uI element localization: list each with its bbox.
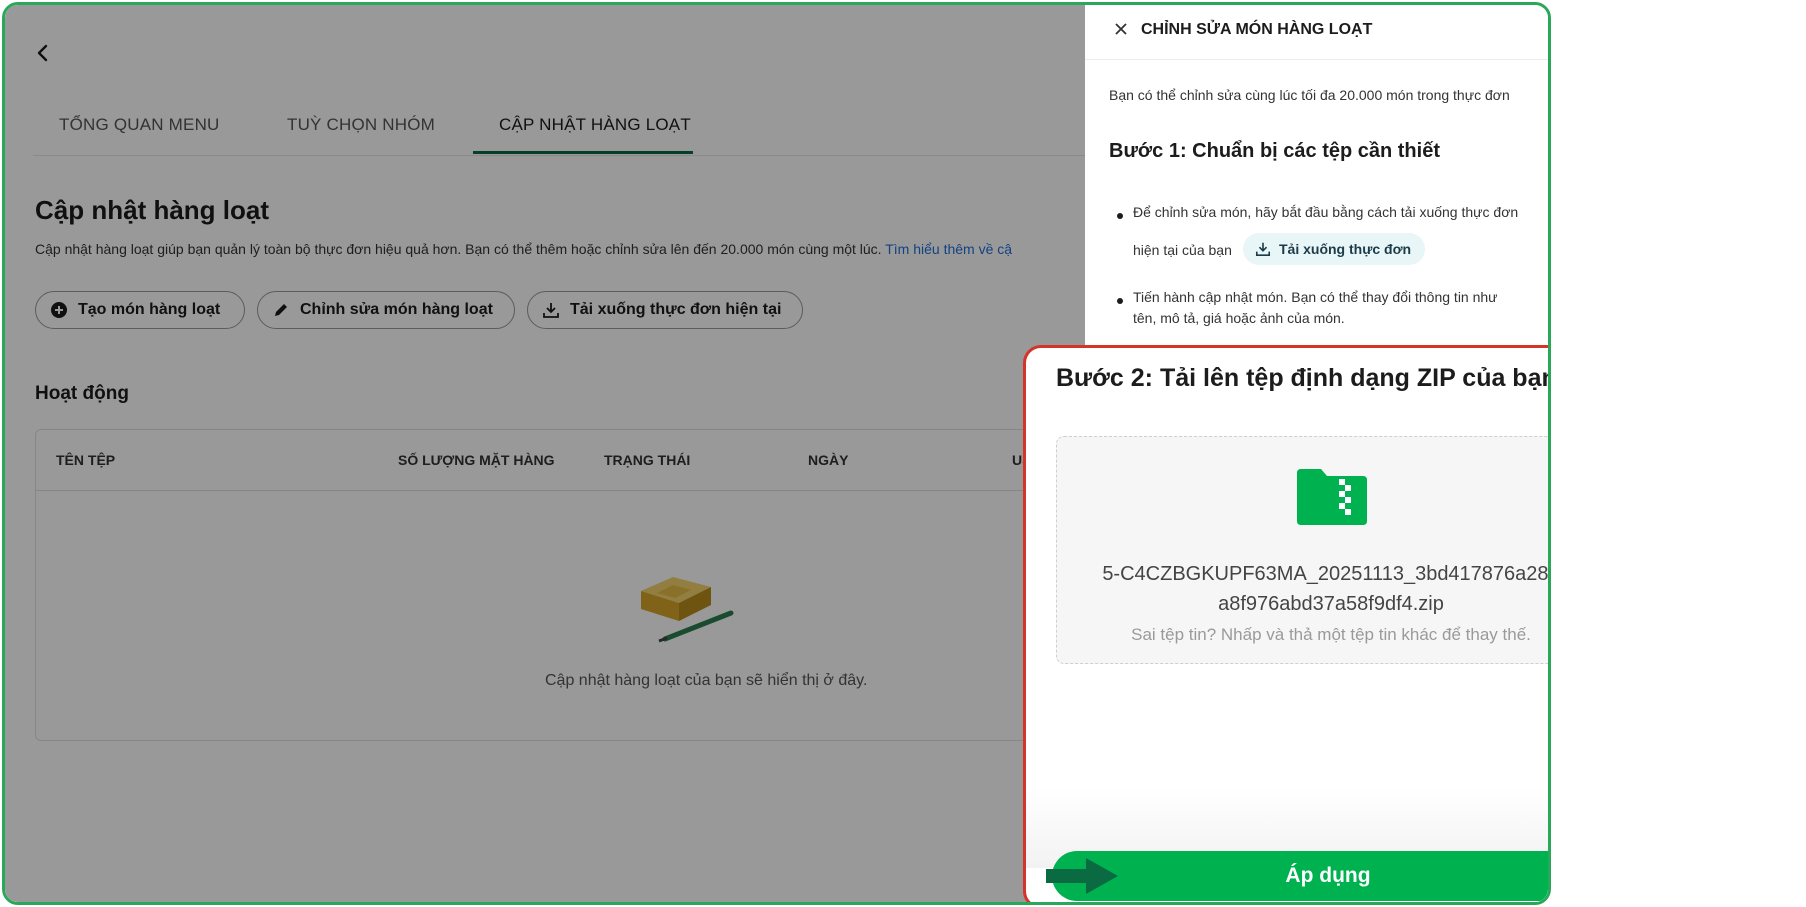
step2-title: Bước 2: Tải lên tệp định dạng ZIP của bạ…	[1056, 364, 1551, 392]
replace-file-hint: Sai tệp tin? Nhấp và thả một tệp tin khá…	[1131, 625, 1531, 644]
step1-bullet1-line1: Để chỉnh sửa món, hãy bắt đầu bằng cách …	[1133, 204, 1519, 220]
file-dropzone[interactable]: 5-C4CZBGKUPF63MA_20251113_3bd417876a284 …	[1056, 436, 1551, 664]
apply-button[interactable]: Áp dụng	[1052, 851, 1548, 901]
panel-title: CHỈNH SỬA MÓN HÀNG LOẠT	[1141, 21, 1373, 38]
download-menu-chip[interactable]: Tải xuống thực đơn	[1243, 233, 1426, 265]
apply-button-label: Áp dụng	[1285, 864, 1371, 887]
download-chip-label: Tải xuống thực đơn	[1279, 241, 1412, 257]
close-icon[interactable]	[1113, 21, 1129, 37]
download-icon	[1255, 242, 1271, 257]
modal-backdrop[interactable]	[5, 5, 1087, 902]
panel-header: CHỈNH SỬA MÓN HÀNG LOẠT	[1085, 5, 1548, 60]
step1-bullet2-line1: Tiến hành cập nhật món. Bạn có thể thay …	[1133, 289, 1498, 305]
step1-title: Bước 1: Chuẩn bị các tệp cần thiết	[1109, 140, 1440, 162]
zip-folder-icon	[1297, 467, 1367, 530]
screenshot-frame: TỔNG QUAN MENU TUỲ CHỌN NHÓM CẬP NHẬT HÀ…	[2, 2, 1551, 905]
file-name-line2: a8f976abd37a58f9df4.zip	[1218, 593, 1444, 615]
bullet-dot	[1117, 298, 1123, 304]
pointer-arrow-icon	[1046, 856, 1120, 901]
step1-bullet1-line2: hiện tại của bạn	[1133, 242, 1232, 258]
file-name-line1: 5-C4CZBGKUPF63MA_20251113_3bd417876a284	[1102, 563, 1551, 585]
step1-bullet2-line2: tên, mô tả, giá hoặc ảnh của món.	[1133, 310, 1345, 326]
step2-highlight: Bước 2: Tải lên tệp định dạng ZIP của bạ…	[1023, 345, 1551, 902]
bullet-dot	[1117, 213, 1123, 219]
panel-intro: Bạn có thể chỉnh sửa cùng lúc tối đa 20.…	[1109, 87, 1510, 103]
